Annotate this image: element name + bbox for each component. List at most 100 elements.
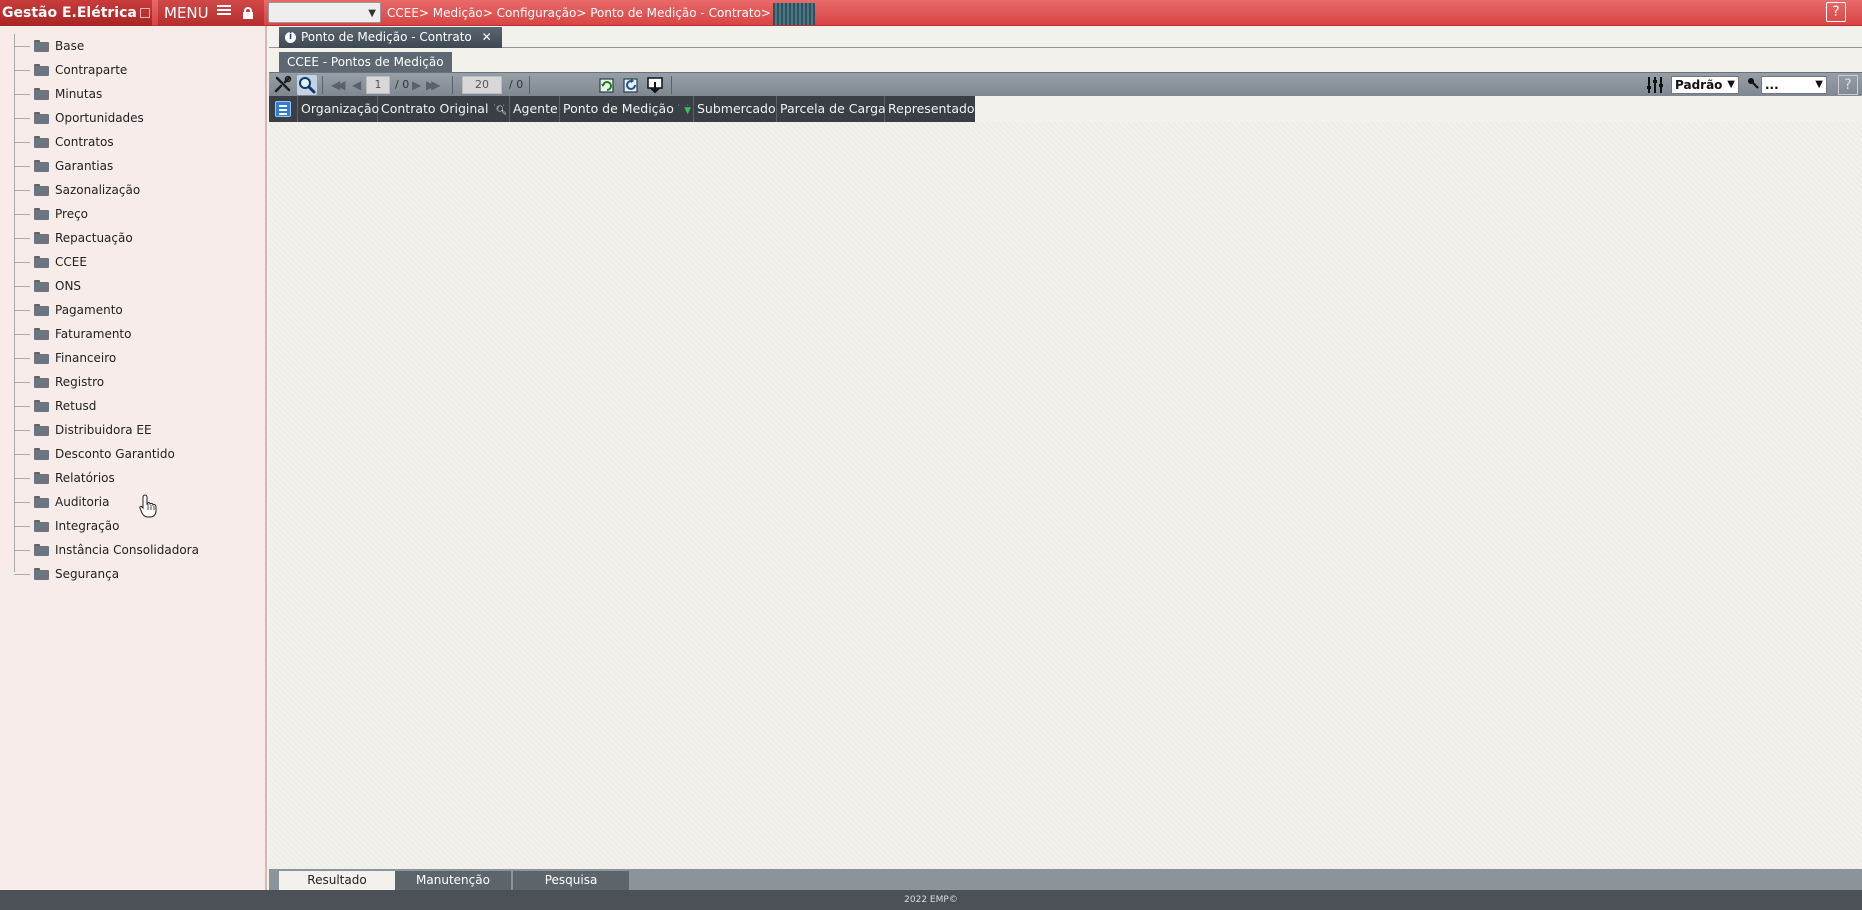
sidebar-item-instancia-consolidadora[interactable]: Instância Consolidadora (14, 538, 199, 562)
sidebar-item-label: Faturamento (55, 327, 132, 341)
sidebar-item-seguranca[interactable]: Segurança (14, 562, 199, 586)
column-header-agente[interactable]: Agente (510, 96, 560, 122)
sidebar-item-label: Oportunidades (55, 111, 144, 125)
column-header-organizacao[interactable]: Organização (298, 96, 379, 122)
hamburger-icon (217, 3, 232, 17)
sidebar-item-contraparte[interactable]: Contraparte (14, 58, 199, 82)
document-tab-row: i Ponto de Medição - Contrato ✕ (269, 26, 1862, 48)
tab-resultado[interactable]: Resultado (279, 871, 395, 890)
sidebar-item-contratos[interactable]: Contratos (14, 130, 199, 154)
column-header-representado[interactable]: Representado (885, 96, 975, 122)
page-input[interactable]: 1 (366, 76, 390, 94)
sidebar-item-minutas[interactable]: Minutas (14, 82, 199, 106)
folder-icon (34, 64, 49, 76)
first-page-icon[interactable]: ◀◀ (331, 78, 346, 92)
folder-icon (34, 40, 49, 52)
sidebar-item-label: Minutas (55, 87, 103, 101)
subtab-ccee-pontos-de-medicao[interactable]: CCEE - Pontos de Medição (279, 52, 452, 72)
grid-options-button[interactable] (269, 96, 298, 122)
sidebar-item-distribuidora-ee[interactable]: Distribuidora EE (14, 418, 199, 442)
sidebar-item-label: Segurança (55, 567, 120, 581)
tab-ponto-de-medicao-contrato[interactable]: i Ponto de Medição - Contrato ✕ (279, 27, 502, 48)
folder-icon (34, 376, 49, 388)
sidebar-item-label: Repactuação (55, 231, 133, 245)
lock-icon[interactable] (242, 7, 254, 19)
last-page-icon[interactable]: ▶▶ (426, 78, 441, 92)
column-label: Representado (888, 101, 975, 116)
export-icon[interactable] (645, 75, 665, 95)
sidebar-item-oportunidades[interactable]: Oportunidades (14, 106, 199, 130)
close-icon[interactable]: ✕ (482, 27, 492, 48)
sidebar-item-retusd[interactable]: Retusd (14, 394, 199, 418)
filter-select-value: ... (1765, 78, 1779, 92)
page-total: / 0 (395, 78, 410, 91)
sidebar-item-sazonalizacao[interactable]: Sazonalização (14, 178, 199, 202)
sidebar-item-label: Financeiro (55, 351, 117, 365)
drag-dots-icon: · · (677, 101, 691, 110)
folder-icon (34, 136, 49, 148)
grid-help-button[interactable]: ? (1838, 75, 1858, 95)
tab-label: Ponto de Medição - Contrato (301, 30, 472, 44)
refresh-icon[interactable] (597, 75, 617, 95)
page-size-input[interactable]: 20 (462, 76, 502, 94)
next-page-icon[interactable]: ▶ (412, 78, 421, 92)
sidebar-item-label: CCEE (55, 255, 87, 269)
sidebar-item-registro[interactable]: Registro (14, 370, 199, 394)
sidebar-item-label: Retusd (55, 399, 97, 413)
column-header-parcela-de-carga[interactable]: Parcela de Carga (777, 96, 886, 122)
sidebar-item-auditoria[interactable]: Auditoria (14, 490, 199, 514)
sliders-icon[interactable] (1645, 75, 1665, 95)
folder-icon (34, 520, 49, 532)
sidebar-item-integracao[interactable]: Integração (14, 514, 199, 538)
filter-select[interactable]: ... ▼ (1761, 76, 1827, 94)
column-header-submercado[interactable]: Submercado (694, 96, 777, 122)
sidebar-item-base[interactable]: Base (14, 34, 199, 58)
folder-icon (34, 328, 49, 340)
menu-tree: Base Contraparte Minutas Oportunidades Contr… (14, 34, 199, 586)
folder-icon (34, 496, 49, 508)
column-header-ponto-de-medicao[interactable]: Ponto de Medição ▼ · · (560, 96, 694, 122)
chevron-down-icon: ▼ (1727, 79, 1735, 90)
previous-page-icon[interactable]: ◀ (352, 78, 361, 92)
column-header-contrato-original[interactable]: Contrato Original 🔍︎ · · (378, 96, 510, 122)
sidebar-item-pagamento[interactable]: Pagamento (14, 298, 199, 322)
sidebar-item-desconto-garantido[interactable]: Desconto Garantido (14, 442, 199, 466)
folder-icon (34, 280, 49, 292)
top-bar: Gestão E.Elétrica MENU ▼ CCEE> Medição> … (0, 0, 1862, 26)
sidebar-item-label: Desconto Garantido (55, 447, 175, 461)
sidebar-item-financeiro[interactable]: Financeiro (14, 346, 199, 370)
sidebar-item-repactuacao[interactable]: Repactuação (14, 226, 199, 250)
menu-label: MENU (164, 4, 209, 22)
app-minimize-icon[interactable] (139, 8, 150, 18)
sync-icon[interactable] (621, 75, 641, 95)
folder-icon (34, 400, 49, 412)
breadcrumb: CCEE> Medição> Configuração> Ponto de Me… (387, 0, 815, 26)
tab-pesquisa[interactable]: Pesquisa (513, 871, 629, 890)
app-title: Gestão E.Elétrica (0, 0, 152, 26)
tools-icon[interactable] (273, 75, 293, 95)
sidebar: Base Contraparte Minutas Oportunidades Contr… (0, 26, 267, 890)
sidebar-item-preco[interactable]: Preço (14, 202, 199, 226)
sidebar-item-faturamento[interactable]: Faturamento (14, 322, 199, 346)
tab-manutencao[interactable]: Manutenção (395, 871, 511, 890)
sidebar-item-label: Base (55, 39, 85, 53)
column-label: Agente (513, 101, 558, 116)
sidebar-item-label: Auditoria (55, 495, 110, 509)
folder-icon (34, 448, 49, 460)
sidebar-item-garantias[interactable]: Garantias (14, 154, 199, 178)
view-select[interactable]: Padrão ▼ (1671, 76, 1739, 94)
sidebar-item-label: Pagamento (55, 303, 123, 317)
sidebar-item-ccee[interactable]: CCEE (14, 250, 199, 274)
folder-icon (34, 568, 49, 580)
footer: 2022 EMP© (0, 890, 1862, 910)
context-select[interactable]: ▼ (268, 2, 381, 23)
folder-icon (34, 184, 49, 196)
help-button[interactable]: ? (1826, 2, 1846, 22)
sidebar-item-relatorios[interactable]: Relatórios (14, 466, 199, 490)
main-panel: i Ponto de Medição - Contrato ✕ CCEE - P… (269, 26, 1862, 894)
drag-dots-icon: · · (493, 101, 507, 110)
sidebar-item-ons[interactable]: ONS (14, 274, 199, 298)
sidebar-item-label: Sazonalização (55, 183, 141, 197)
column-label: Ponto de Medição (563, 101, 674, 116)
search-icon[interactable] (297, 75, 317, 95)
